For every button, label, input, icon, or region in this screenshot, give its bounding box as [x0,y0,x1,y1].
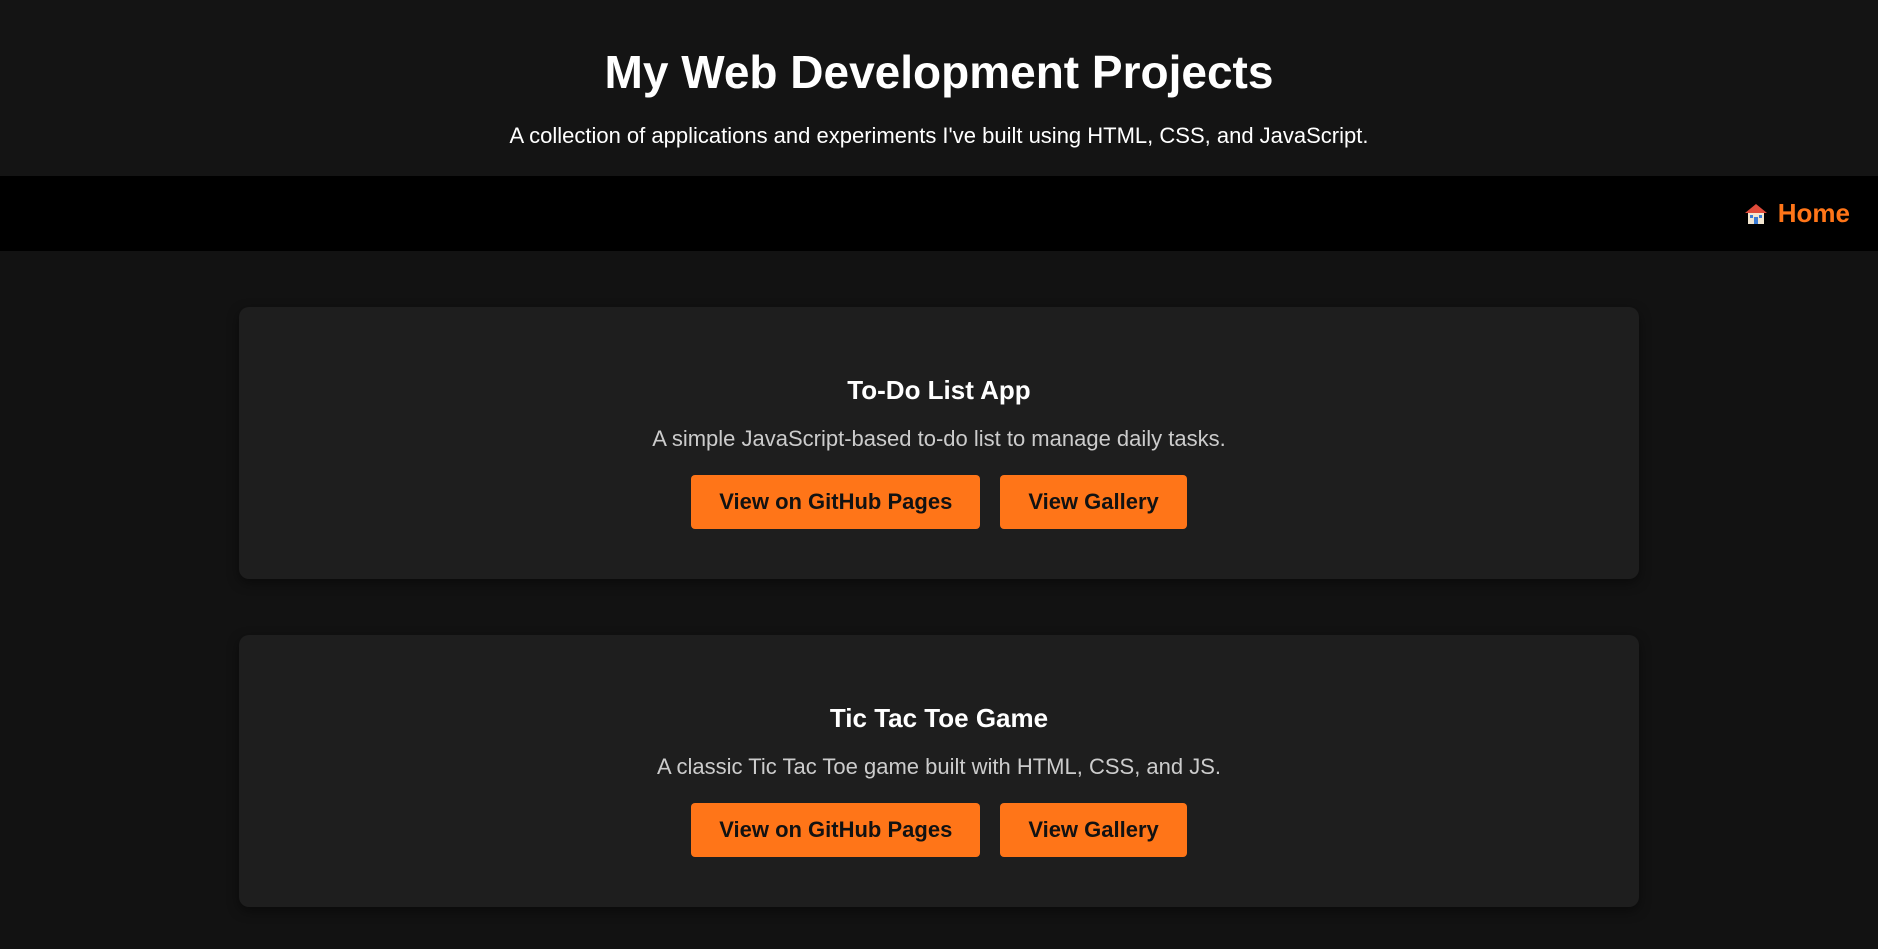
top-navbar: Home [0,176,1878,251]
view-gallery-button[interactable]: View Gallery [1000,803,1187,857]
nav-home-label: Home [1777,198,1850,228]
view-gallery-button[interactable]: View Gallery [1000,475,1187,529]
project-actions: View on GitHub Pages View Gallery [239,803,1639,857]
page-subtitle: A collection of applications and experim… [509,123,1369,148]
nav-home-link[interactable]: Home [1744,198,1850,229]
view-github-pages-button[interactable]: View on GitHub Pages [691,475,981,529]
project-description: A classic Tic Tac Toe game built with HT… [656,754,1222,779]
project-title: Tic Tac Toe Game [829,703,1049,733]
project-card-todo: To-Do List App A simple JavaScript-based… [239,307,1639,579]
projects-list: To-Do List App A simple JavaScript-based… [239,251,1639,907]
project-card-tictactoe: Tic Tac Toe Game A classic Tic Tac Toe g… [239,635,1639,907]
house-icon [1744,202,1768,226]
page-title: My Web Development Projects [604,46,1274,98]
page-header: My Web Development Projects A collection… [0,0,1878,176]
project-description: A simple JavaScript-based to-do list to … [652,426,1226,451]
view-github-pages-button[interactable]: View on GitHub Pages [691,803,981,857]
project-actions: View on GitHub Pages View Gallery [239,475,1639,529]
project-title: To-Do List App [847,375,1031,405]
